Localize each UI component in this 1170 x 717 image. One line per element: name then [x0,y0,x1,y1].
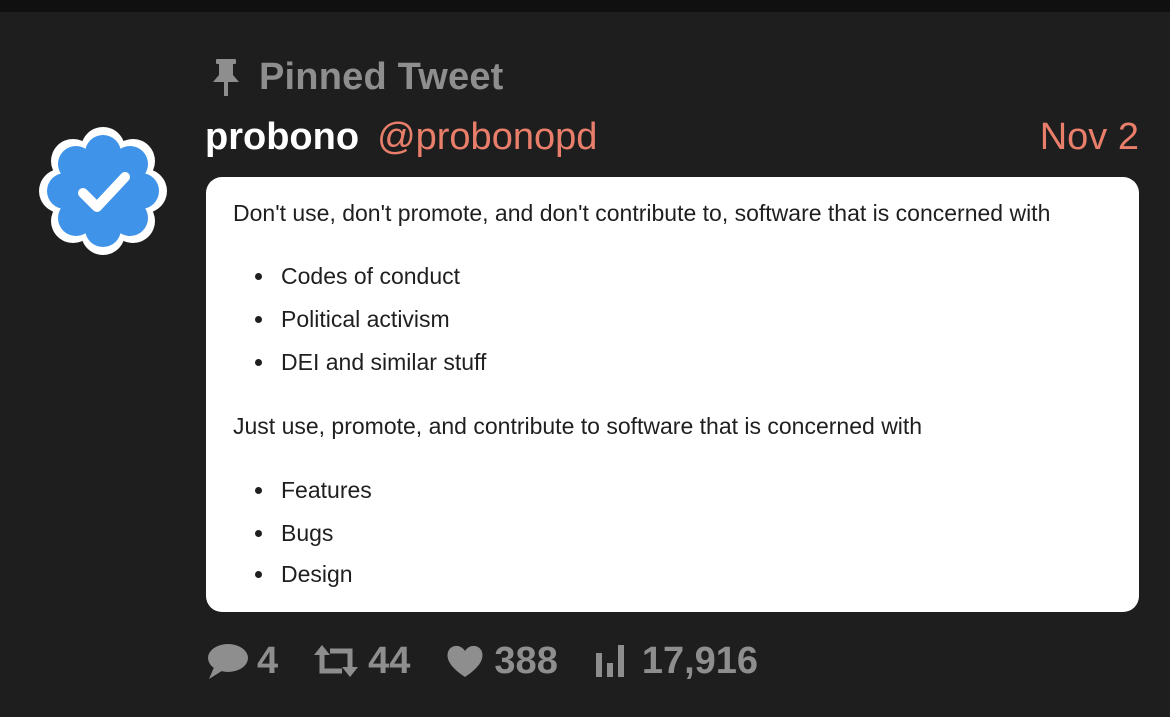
intro-text: Don't use, don't promote, and don't cont… [233,200,1051,226]
views-button[interactable]: 17,916 [592,640,758,683]
tweet-date[interactable]: Nov 2 [1040,116,1139,159]
author-row: probono @probonopd Nov 2 [205,112,1139,162]
analytics-icon [595,645,624,677]
reply-icon [208,644,248,679]
avoid-item-label: Political activism [281,306,450,332]
bullet [255,358,262,366]
verified-badge-icon [39,127,167,255]
reply-count: 4 [257,639,279,682]
bullet [255,272,262,280]
bullet [255,570,262,578]
retweet-button[interactable]: 44 [312,640,410,683]
bullet [255,529,262,537]
reply-button[interactable]: 4 [205,640,278,683]
avoid-item-label: DEI and similar stuff [281,349,487,375]
list-item: Bugs [255,519,333,547]
retweet-count: 44 [368,639,411,682]
list-item: Codes of conduct [255,262,460,290]
tweet-content-card: Don't use, don't promote, and don't cont… [206,177,1139,612]
display-name[interactable]: probono [205,116,359,159]
tweet-actions: 4 44 388 17,916 [205,638,758,684]
focus-item-label: Design [281,561,353,587]
pinned-label: Pinned Tweet [259,55,504,98]
list-item: DEI and similar stuff [255,348,486,376]
bullet [255,315,262,323]
pin-icon [207,57,245,97]
like-button[interactable]: 388 [444,639,558,683]
author-handle[interactable]: @probonopd [377,116,597,159]
avoid-item-label: Codes of conduct [281,263,461,289]
pinned-header: Pinned Tweet [207,54,504,100]
list-item: Features [255,476,372,504]
like-count: 388 [494,639,558,682]
top-bar [0,0,1170,12]
focus-item-label: Bugs [281,520,334,546]
retweet-icon [314,645,359,677]
avatar[interactable] [36,124,170,258]
outro-text: Just use, promote, and contribute to sof… [233,413,923,439]
bullet [255,486,262,494]
focus-item-label: Features [281,477,372,503]
view-count: 17,916 [641,639,759,682]
heart-icon [447,645,483,677]
list-item: Design [255,560,353,588]
list-item: Political activism [255,305,450,333]
